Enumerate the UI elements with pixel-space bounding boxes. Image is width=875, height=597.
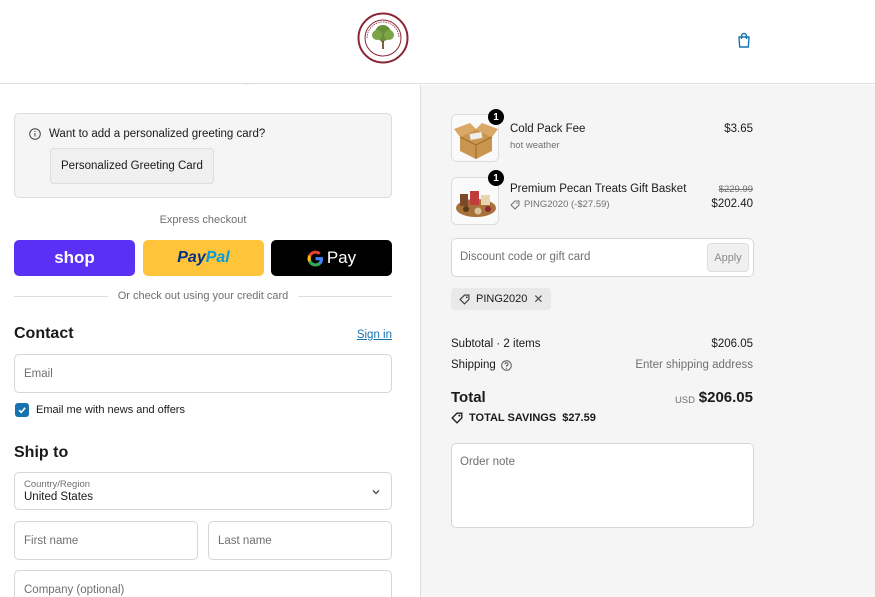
subtotal-label: Subtotal · 2 items <box>451 338 541 350</box>
tag-icon <box>510 200 520 210</box>
quantity-badge: 1 <box>488 170 504 186</box>
shipping-value: Enter shipping address <box>635 359 753 371</box>
company-placeholder: Company (optional) <box>24 583 125 596</box>
item-subtitle: hot weather <box>510 140 560 151</box>
shop-pay-button[interactable]: shop <box>14 240 135 276</box>
google-pay-button[interactable]: Pay <box>271 240 392 276</box>
first-name-field[interactable]: First name <box>14 521 198 560</box>
tag-icon <box>459 294 470 305</box>
last-name-placeholder: Last name <box>218 534 272 547</box>
info-icon <box>29 128 41 140</box>
remove-discount-icon[interactable]: ✕ <box>533 292 543 306</box>
apply-discount-button[interactable]: Apply <box>707 243 749 272</box>
item-name: Premium Pecan Treats Gift Basket <box>510 183 687 195</box>
site-header <box>0 0 875 84</box>
google-g-icon <box>307 250 323 267</box>
divider-line <box>14 295 108 297</box>
order-note-textarea[interactable]: Order note <box>451 443 754 528</box>
divider-line <box>298 295 393 297</box>
sign-in-link[interactable]: Sign in <box>357 329 392 341</box>
country-label: Country/Region <box>24 479 91 490</box>
divider-text: Or check out using your credit card <box>117 290 289 302</box>
last-name-field[interactable]: Last name <box>208 521 392 560</box>
item-price: $202.40 <box>711 198 753 210</box>
currency-code: USD <box>674 395 695 406</box>
country-value: United States <box>24 491 94 503</box>
greeting-question: Want to add a personalized greeting card… <box>29 128 265 140</box>
contact-heading: Contact <box>14 325 74 342</box>
email-field[interactable]: Email <box>14 354 392 393</box>
item-discount: PING2020 (-$27.59) <box>510 199 610 210</box>
item-name: Cold Pack Fee <box>510 123 586 135</box>
discount-placeholder: Discount code or gift card <box>460 251 591 263</box>
applied-discount-chip: PING2020 ✕ <box>451 288 552 310</box>
order-summary: 1 Cold Pack Fee hot weather $3.65 1 Prem… <box>420 85 875 597</box>
item-price: $3.65 <box>724 123 753 135</box>
shop-pay-logo: shop <box>54 248 95 267</box>
applied-discount-code: PING2020 <box>476 293 528 305</box>
newsletter-label: Email me with news and offers <box>36 404 185 416</box>
country-select[interactable]: Country/Region United States <box>14 472 392 510</box>
total-savings: TOTAL SAVINGS $27.59 <box>451 412 596 424</box>
newsletter-checkbox[interactable] <box>15 403 29 417</box>
savings-value: $27.59 <box>562 412 596 424</box>
shipping-label-row: Shipping <box>451 359 512 371</box>
greeting-card-box: Want to add a personalized greeting card… <box>14 113 392 198</box>
ship-to-heading: Ship to <box>14 444 69 461</box>
paypal-logo: PayPal <box>177 249 230 266</box>
shipping-label: Shipping <box>451 359 496 371</box>
tag-icon <box>451 412 463 424</box>
subtotal-value: $206.05 <box>711 338 753 350</box>
original-price: $229.99 <box>718 184 753 195</box>
email-placeholder: Email <box>24 367 53 380</box>
personalized-greeting-card-button[interactable]: Personalized Greeting Card <box>50 148 214 184</box>
total-value: $206.05 <box>698 389 753 406</box>
savings-label: TOTAL SAVINGS <box>469 412 557 424</box>
checkmark-icon <box>18 407 26 414</box>
company-field[interactable]: Company (optional) <box>14 570 392 597</box>
google-pay-label: Pay <box>326 248 357 267</box>
checkout-form: Want to add a personalized greeting card… <box>0 85 420 597</box>
help-icon[interactable] <box>500 359 512 371</box>
discount-code-input[interactable]: Discount code or gift card Apply <box>451 238 754 277</box>
chevron-down-icon <box>372 490 380 495</box>
newsletter-option: Email me with news and offers <box>15 403 185 417</box>
shopping-bag-icon <box>738 32 750 48</box>
brand-logo[interactable] <box>357 12 409 64</box>
total-label: Total <box>451 389 486 406</box>
item-discount-text: PING2020 (-$27.59) <box>524 199 610 210</box>
express-checkout-label: Express checkout <box>159 214 247 226</box>
credit-card-divider: Or check out using your credit card <box>14 289 393 303</box>
first-name-placeholder: First name <box>24 534 79 547</box>
order-note-placeholder: Order note <box>460 456 515 468</box>
cart-button[interactable] <box>733 29 755 51</box>
quantity-badge: 1 <box>488 109 504 125</box>
paypal-button[interactable]: PayPal <box>143 240 264 276</box>
greeting-question-text: Want to add a personalized greeting card… <box>49 128 266 140</box>
